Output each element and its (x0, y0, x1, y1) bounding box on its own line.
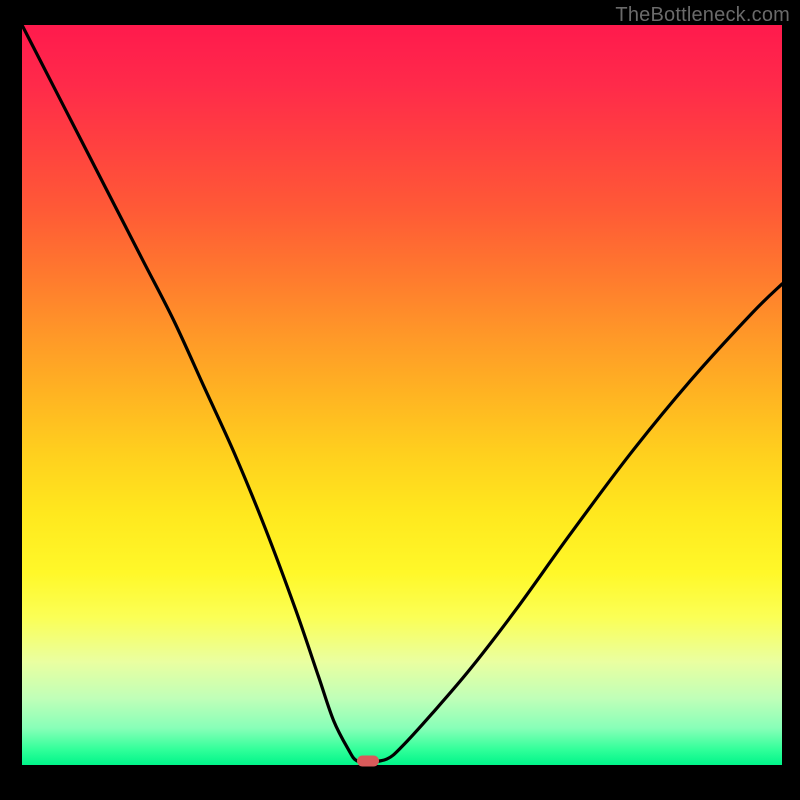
bottleneck-curve (22, 25, 782, 762)
bottleneck-marker (357, 756, 379, 767)
watermark-text: TheBottleneck.com (615, 4, 790, 27)
curve-svg (22, 25, 782, 765)
plot-area (22, 25, 782, 765)
chart-frame: TheBottleneck.com (0, 0, 800, 800)
